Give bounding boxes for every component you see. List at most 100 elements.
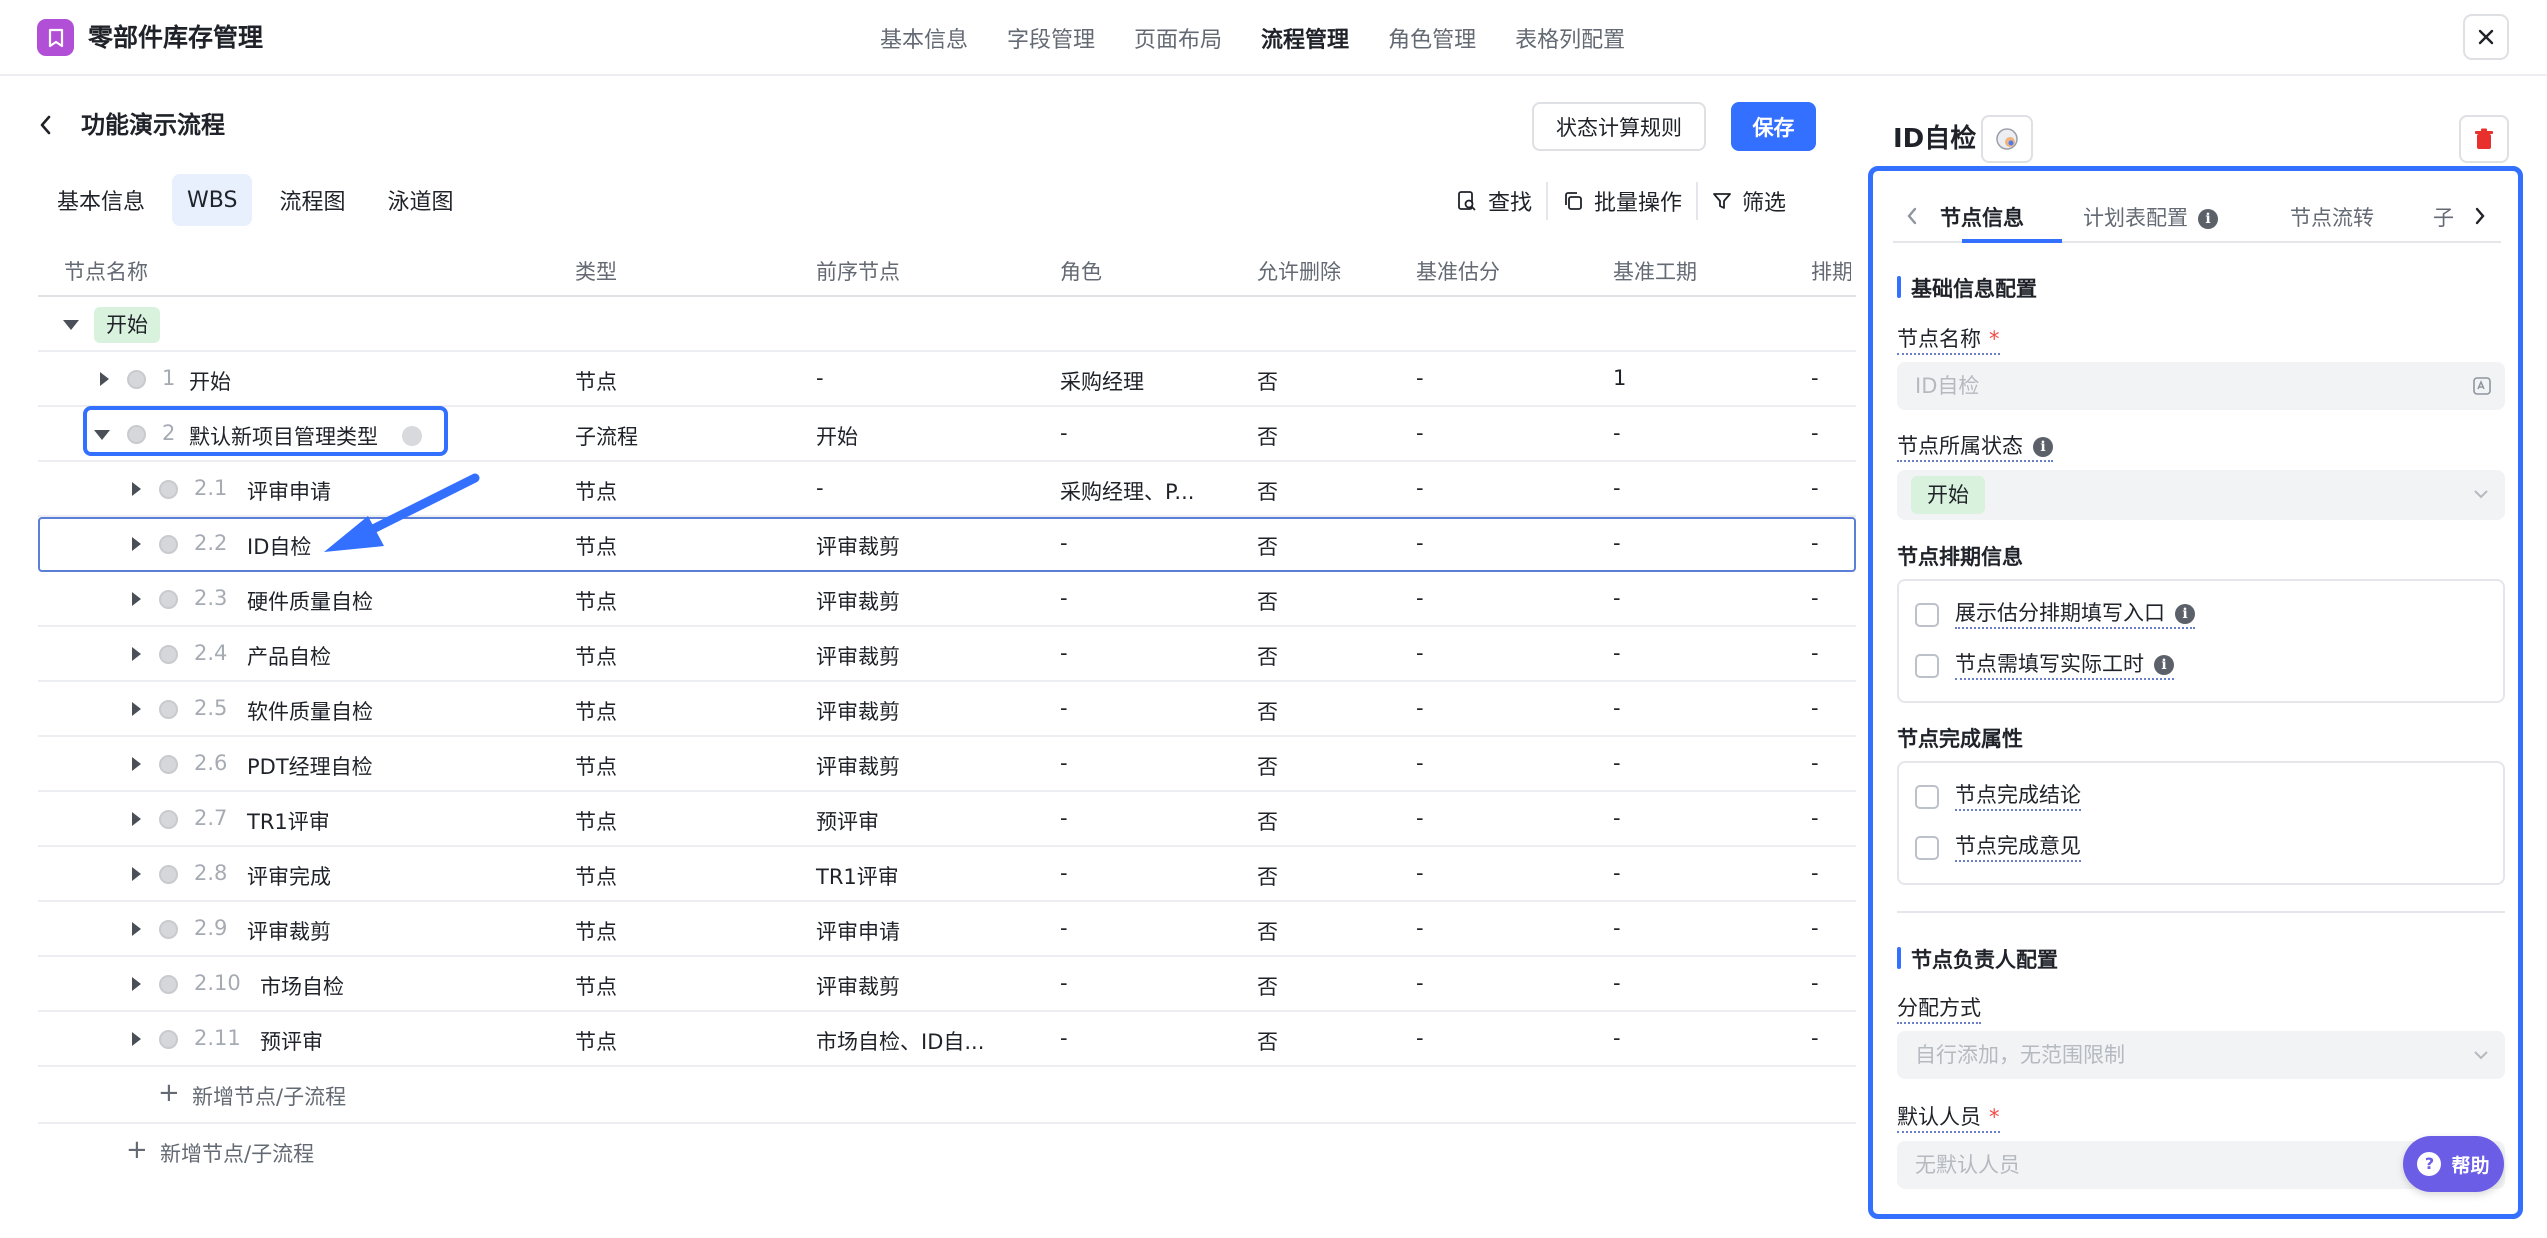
caret-right-icon[interactable] <box>132 867 141 881</box>
table-row[interactable]: 2.10 市场自检 节点 评审裁剪 - 否 - - - <box>38 957 1856 1012</box>
chevron-left-icon[interactable] <box>1905 205 1919 227</box>
caret-right-icon[interactable] <box>132 592 141 606</box>
table-row[interactable]: 2.11 预评审 节点 市场自检、ID自... - 否 - - - <box>38 1012 1856 1067</box>
caret-right-icon[interactable] <box>132 482 141 496</box>
complete-options: 节点完成结论 节点完成意见 <box>1897 761 2505 885</box>
table-row[interactable]: 2.9 评审裁剪 节点 评审申请 - 否 - - - <box>38 902 1856 957</box>
table-row[interactable]: 1 开始 节点 - 采购经理 否 - 1 - <box>38 352 1856 407</box>
col-base-score[interactable]: 基准估分 <box>1416 256 1500 286</box>
row-name[interactable]: 市场自检 <box>260 971 344 1001</box>
panel-tab-plan[interactable]: 计划表配置 i <box>2083 202 2218 232</box>
row-name[interactable]: 产品自检 <box>247 641 331 671</box>
caret-right-icon[interactable] <box>132 977 141 991</box>
col-prev[interactable]: 前序节点 <box>816 256 900 286</box>
node-settings-button[interactable] <box>1981 115 2033 163</box>
delete-button[interactable] <box>2459 115 2509 163</box>
chevron-right-icon[interactable] <box>2473 205 2487 227</box>
checkbox-show-estimate[interactable] <box>1915 603 1939 627</box>
default-member-label-text: 默认人员 <box>1897 1105 1981 1129</box>
batch-button[interactable]: 批量操作 <box>1546 182 1696 220</box>
checkbox-actual-hours[interactable] <box>1915 654 1939 678</box>
panel-tab-flow[interactable]: 节点流转 <box>2290 202 2374 232</box>
top-tab-layout[interactable]: 页面布局 <box>1134 22 1222 54</box>
caret-right-icon[interactable] <box>132 812 141 826</box>
conclusion-label[interactable]: 节点完成结论 <box>1955 781 2081 811</box>
col-name[interactable]: 节点名称 <box>64 256 148 286</box>
back-button[interactable] <box>38 110 62 140</box>
cell-del: 否 <box>1257 645 1278 669</box>
chevron-down-icon <box>2474 490 2488 499</box>
copy-icon <box>1565 192 1582 210</box>
row-name[interactable]: TR1评审 <box>247 806 330 836</box>
caret-right-icon[interactable] <box>132 1032 141 1046</box>
col-base-duration[interactable]: 基准工期 <box>1613 256 1697 286</box>
col-type[interactable]: 类型 <box>575 256 617 286</box>
cell-score: - <box>1416 421 1424 445</box>
translate-icon[interactable] <box>2473 377 2491 395</box>
row-name[interactable]: ID自检 <box>247 531 311 561</box>
caret-down-icon[interactable] <box>63 320 79 330</box>
row-name[interactable]: 评审裁剪 <box>247 916 331 946</box>
panel-tab-node-info[interactable]: 节点信息 <box>1940 202 2024 232</box>
table-row[interactable]: 2.4 产品自检 节点 评审裁剪 - 否 - - - <box>38 627 1856 682</box>
tab-swimlane[interactable]: 泳道图 <box>372 174 468 226</box>
cell-dur: - <box>1613 586 1621 610</box>
cell-type: 节点 <box>575 810 617 834</box>
row-index: 1 <box>162 366 176 390</box>
caret-right-icon[interactable] <box>132 702 141 716</box>
status-rules-button[interactable]: 状态计算规则 <box>1532 102 1706 151</box>
close-button[interactable] <box>2463 14 2509 60</box>
col-allow-delete[interactable]: 允许删除 <box>1257 256 1341 286</box>
row-name[interactable]: 评审完成 <box>247 861 331 891</box>
actual-hours-label[interactable]: 节点需填写实际工时 i <box>1955 650 2174 680</box>
top-tab-roles[interactable]: 角色管理 <box>1388 22 1476 54</box>
find-button[interactable]: 查找 <box>1442 182 1546 220</box>
checkbox-conclusion[interactable] <box>1915 785 1939 809</box>
row-name[interactable]: PDT经理自检 <box>247 751 373 781</box>
panel-tab-sub[interactable]: 子 <box>2433 202 2454 232</box>
top-tab-columns[interactable]: 表格列配置 <box>1515 22 1625 54</box>
assign-select[interactable]: 自行添加，无范围限制 <box>1897 1031 2505 1079</box>
tab-wbs[interactable]: WBS <box>172 174 253 226</box>
show-estimate-label[interactable]: 展示估分排期填写入口 i <box>1955 599 2195 629</box>
row-name[interactable]: 软件质量自检 <box>247 696 373 726</box>
top-tab-workflow[interactable]: 流程管理 <box>1261 22 1349 54</box>
panel-title: ID自检 <box>1893 124 1977 154</box>
tab-basic-info[interactable]: 基本信息 <box>42 174 160 226</box>
row-name[interactable]: 开始 <box>189 366 231 396</box>
table-row[interactable]: 2.6 PDT经理自检 节点 评审裁剪 - 否 - - - <box>38 737 1856 792</box>
table-row[interactable]: 2.8 评审完成 节点 TR1评审 - 否 - - - <box>38 847 1856 902</box>
top-tab-fields[interactable]: 字段管理 <box>1007 22 1095 54</box>
node-name-label: 节点名称 * <box>1897 325 2000 355</box>
add-child-node[interactable]: + 新增节点/子流程 <box>38 1067 1856 1122</box>
row-name[interactable]: 预评审 <box>260 1026 323 1056</box>
cell-type: 节点 <box>575 370 617 394</box>
caret-right-icon[interactable] <box>132 647 141 661</box>
top-tab-basic-info[interactable]: 基本信息 <box>880 22 968 54</box>
cell-del: 否 <box>1257 480 1278 504</box>
table-row[interactable]: 2.3 硬件质量自检 节点 评审裁剪 - 否 - - - <box>38 572 1856 627</box>
cell-prev: 评审裁剪 <box>816 590 900 614</box>
tab-flowchart[interactable]: 流程图 <box>264 174 360 226</box>
node-status-select[interactable]: 开始 <box>1897 470 2505 520</box>
help-button[interactable]: ? 帮助 <box>2403 1136 2504 1192</box>
caret-right-icon[interactable] <box>132 537 141 551</box>
col-schedule[interactable]: 排期 <box>1811 256 1851 286</box>
stage-row[interactable]: 开始 <box>38 297 1856 352</box>
node-name-input[interactable]: ID自检 <box>1897 362 2505 410</box>
add-root-node[interactable]: + 新增节点/子流程 <box>38 1122 1856 1177</box>
col-role[interactable]: 角色 <box>1060 256 1102 286</box>
status-dot-icon <box>159 645 178 664</box>
caret-right-icon[interactable] <box>132 922 141 936</box>
opinion-label[interactable]: 节点完成意见 <box>1955 832 2081 862</box>
filter-button[interactable]: 筛选 <box>1696 182 1800 220</box>
caret-right-icon[interactable] <box>100 372 109 386</box>
checkbox-opinion[interactable] <box>1915 836 1939 860</box>
table-row[interactable]: 2.5 软件质量自检 节点 评审裁剪 - 否 - - - <box>38 682 1856 737</box>
table-row[interactable]: 2.7 TR1评审 节点 预评审 - 否 - - - <box>38 792 1856 847</box>
row-name[interactable]: 硬件质量自检 <box>247 586 373 616</box>
save-button[interactable]: 保存 <box>1731 102 1816 151</box>
cell-del: 否 <box>1257 865 1278 889</box>
status-dot-icon <box>159 975 178 994</box>
caret-right-icon[interactable] <box>132 757 141 771</box>
